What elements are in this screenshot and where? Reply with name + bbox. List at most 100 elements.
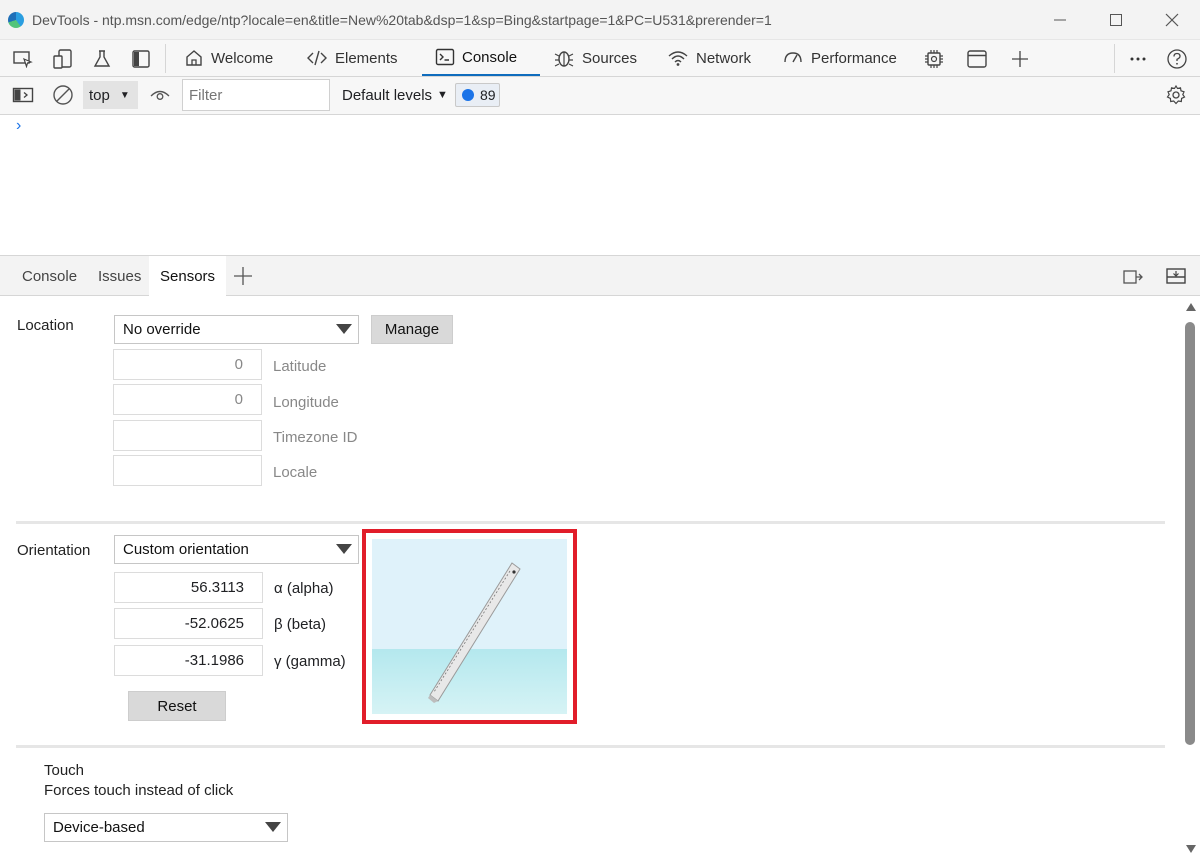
- tab-network-label: Network: [696, 49, 752, 67]
- experiments-button[interactable]: [91, 48, 113, 70]
- log-levels-dropdown[interactable]: Default levels ▼: [342, 79, 448, 111]
- plus-icon: [234, 267, 252, 285]
- sidebar-icon: [132, 50, 150, 68]
- console-output[interactable]: ›: [0, 115, 1200, 256]
- scrollbar-thumb[interactable]: [1185, 322, 1195, 745]
- scroll-up-arrow-icon[interactable]: [1186, 303, 1196, 311]
- alpha-label: α (alpha): [274, 580, 334, 597]
- tab-console[interactable]: Console: [422, 40, 540, 76]
- latitude-input[interactable]: 0: [113, 349, 262, 380]
- console-settings-button[interactable]: [1165, 84, 1187, 106]
- console-filter-input[interactable]: [182, 79, 330, 111]
- inspect-element-button[interactable]: [12, 48, 34, 70]
- show-console-sidebar-button[interactable]: [12, 84, 34, 106]
- live-expression-button[interactable]: [149, 84, 171, 106]
- device-icon: [53, 49, 72, 69]
- scroll-down-arrow-icon[interactable]: [1186, 845, 1196, 853]
- tab-performance-label: Performance: [811, 49, 897, 67]
- sidebar-toggle-icon: [12, 87, 34, 103]
- toggle-sidebar-button[interactable]: [130, 48, 152, 70]
- edge-devtools-icon: [8, 11, 24, 28]
- application-tab-button[interactable]: [966, 48, 988, 70]
- manage-button-label: Manage: [384, 321, 440, 338]
- tab-console-label: Console: [462, 48, 518, 66]
- memory-tab-button[interactable]: [923, 48, 945, 70]
- tab-elements[interactable]: Elements: [306, 40, 398, 76]
- close-icon: [1165, 13, 1179, 27]
- timezone-input[interactable]: [113, 420, 262, 451]
- alpha-input[interactable]: 56.3113: [114, 572, 263, 603]
- manage-locations-button[interactable]: Manage: [371, 315, 453, 344]
- gamma-value: -31.1986: [184, 652, 244, 669]
- messages-count: 89: [480, 87, 496, 103]
- console-icon: [435, 48, 455, 66]
- drawer-tab-sensors[interactable]: Sensors: [149, 256, 227, 296]
- drawer-tab-issues[interactable]: Issues: [98, 256, 141, 296]
- orientation-preview[interactable]: [372, 539, 567, 714]
- block-icon: [53, 85, 73, 105]
- touch-description: Forces touch instead of click: [44, 782, 234, 799]
- tab-sources-label: Sources: [582, 49, 638, 67]
- maximize-icon: [1110, 14, 1122, 26]
- toolbar-divider: [1114, 44, 1115, 73]
- device-model-icon: [428, 562, 521, 703]
- beta-label: β (beta): [274, 616, 326, 633]
- dropdown-caret-icon: [336, 544, 352, 554]
- drawer-tabs-bar: Console Issues Sensors: [0, 256, 1200, 296]
- drawer-collapse-icon: [1166, 268, 1186, 284]
- gamma-input[interactable]: -31.1986: [114, 645, 263, 676]
- context-selector-value: top: [89, 86, 110, 104]
- reset-button-label: Reset: [157, 697, 197, 715]
- locale-label: Locale: [273, 464, 318, 481]
- tab-performance[interactable]: Performance: [782, 40, 897, 76]
- tab-sources[interactable]: Sources: [553, 40, 637, 76]
- longitude-value: 0: [234, 391, 243, 408]
- alpha-value: 56.3113: [190, 579, 244, 596]
- locale-input[interactable]: [113, 455, 262, 486]
- reset-orientation-button[interactable]: Reset: [128, 691, 226, 721]
- close-drawer-button[interactable]: [1165, 265, 1187, 287]
- drawer-tab-issues-label: Issues: [98, 267, 142, 285]
- device-emulation-button[interactable]: [52, 48, 74, 70]
- orientation-select-value: Custom orientation: [123, 541, 249, 558]
- longitude-input[interactable]: 0: [113, 384, 262, 415]
- dropdown-caret-icon: ▼: [437, 89, 448, 101]
- touch-select-value: Device-based: [53, 819, 145, 836]
- move-drawer-button[interactable]: [1122, 265, 1144, 287]
- dock-icon: [1123, 270, 1143, 284]
- tab-network[interactable]: Network: [667, 40, 751, 76]
- maximize-button[interactable]: [1088, 0, 1144, 40]
- latitude-value: 0: [234, 356, 243, 373]
- drawer-tab-console-label: Console: [22, 267, 78, 285]
- chip-icon: [925, 50, 943, 68]
- log-levels-label: Default levels: [342, 86, 433, 104]
- beta-value: -52.0625: [184, 615, 244, 632]
- orientation-select[interactable]: Custom orientation: [114, 535, 359, 564]
- window-icon: [967, 50, 987, 68]
- close-window-button[interactable]: [1144, 0, 1200, 40]
- section-divider: [16, 745, 1165, 748]
- help-button[interactable]: [1166, 48, 1188, 70]
- plus-icon: [1012, 51, 1028, 67]
- drawer-add-tool-button[interactable]: [232, 265, 254, 287]
- dropdown-caret-icon: ▼: [119, 89, 130, 101]
- location-select[interactable]: No override: [114, 315, 359, 344]
- messages-count-badge[interactable]: 89: [455, 83, 500, 107]
- dropdown-caret-icon: [336, 324, 352, 334]
- sensors-scrollbar[interactable]: [1182, 296, 1200, 861]
- sensors-panel: Location No override Manage 0 Latitude 0…: [0, 296, 1182, 861]
- touch-select[interactable]: Device-based: [44, 813, 288, 842]
- gauge-icon: [784, 52, 802, 63]
- customize-menu-button[interactable]: [1127, 48, 1149, 70]
- context-selector[interactable]: top ▼: [83, 81, 138, 109]
- beta-input[interactable]: -52.0625: [114, 608, 263, 639]
- tab-welcome[interactable]: Welcome: [184, 40, 273, 76]
- minimize-button[interactable]: [1032, 0, 1088, 40]
- console-toolbar: top ▼ Default levels ▼ 89: [0, 77, 1200, 115]
- drawer-tab-console[interactable]: Console: [22, 256, 77, 296]
- more-tools-button[interactable]: [1009, 48, 1031, 70]
- eye-icon: [150, 90, 170, 100]
- tab-welcome-label: Welcome: [211, 49, 274, 67]
- console-prompt[interactable]: ›: [16, 117, 21, 135]
- clear-console-button[interactable]: [52, 84, 74, 106]
